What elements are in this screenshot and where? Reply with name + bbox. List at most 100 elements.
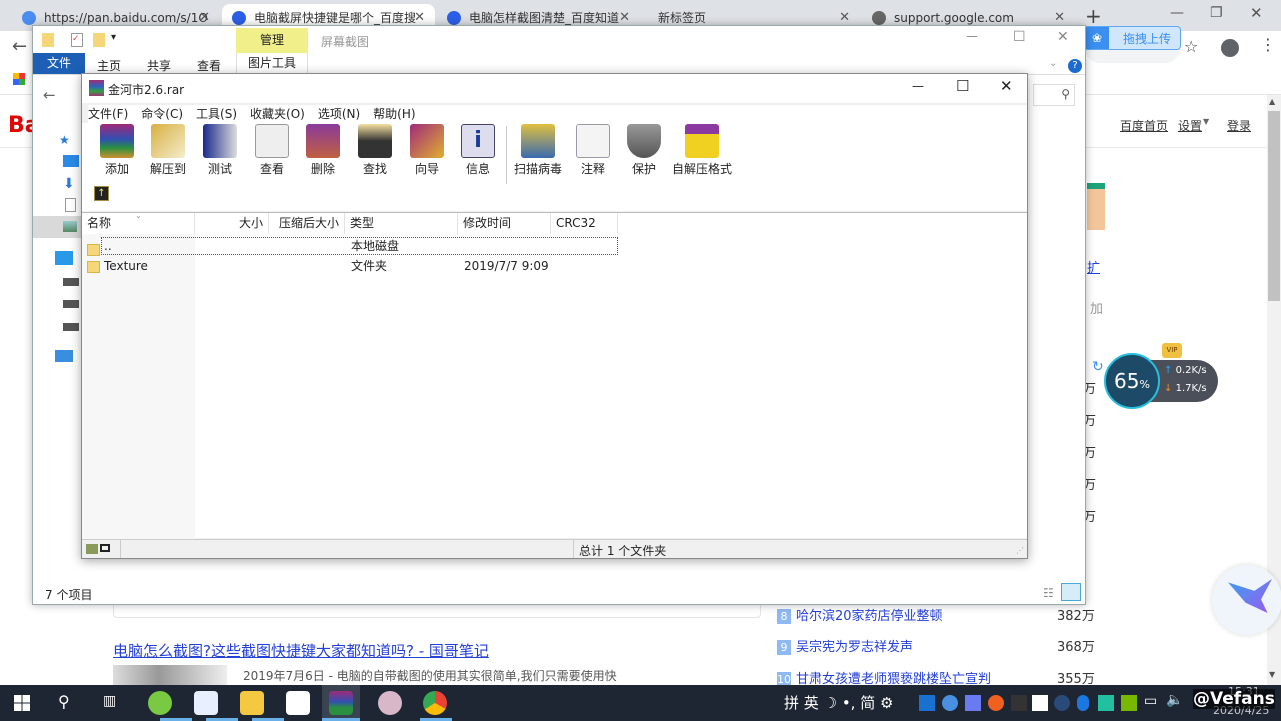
close-button[interactable]: ✕ [1000, 77, 1013, 95]
close-tab-icon[interactable]: ✕ [839, 10, 850, 25]
ime-pinyin-icon[interactable]: 拼 [784, 694, 799, 712]
search-icon[interactable]: ⚲ [58, 692, 70, 711]
memory-usage-gauge[interactable]: 65% [1104, 353, 1160, 409]
delete-button[interactable]: 删除 [297, 124, 349, 177]
up-folder-icon[interactable]: ↑ [94, 186, 109, 201]
ribbon-tab-share[interactable]: 共享 [147, 57, 171, 74]
close-tab-icon[interactable]: ✕ [619, 10, 630, 25]
close-button[interactable]: ✕ [1057, 29, 1069, 45]
key-icon[interactable] [100, 544, 110, 552]
column-header-modified[interactable]: 修改时间 [458, 213, 551, 234]
properties-icon[interactable]: ✓ [71, 33, 83, 47]
add-button[interactable]: 添加 [91, 124, 143, 177]
search-input[interactable]: ⚲ [1033, 84, 1075, 106]
restore-button[interactable]: ❐ [1210, 5, 1223, 21]
maximize-button[interactable]: ☐ [956, 77, 969, 95]
downloads-icon[interactable]: ⬇ [63, 176, 79, 192]
network-icon[interactable] [55, 350, 73, 362]
feishu-icon[interactable] [194, 691, 218, 715]
menu-favorites[interactable]: 收藏夹(O) [250, 107, 305, 121]
scan-virus-button[interactable]: 扫描病毒 [510, 124, 566, 177]
steam-icon[interactable] [1054, 695, 1070, 711]
large-icons-view-icon[interactable] [1061, 583, 1081, 601]
menu-commands[interactable]: 命令(C) [141, 107, 183, 121]
expand-ribbon-icon[interactable]: ⌄ [1049, 58, 1057, 69]
nvidia-icon[interactable] [1121, 695, 1137, 711]
windows-start-icon[interactable] [14, 695, 30, 711]
profile-icon[interactable] [1221, 39, 1239, 57]
hot-list-item[interactable]: 9 吴宗宪为罗志祥发声 368万 [777, 636, 1097, 655]
hot-list-item[interactable]: 8 哈尔滨20家药店停业整顿 382万 [777, 605, 1097, 624]
chrome-icon[interactable] [423, 691, 447, 715]
star-icon[interactable]: ☆ [1184, 37, 1198, 56]
ribbon-tab-home[interactable]: 主页 [97, 57, 121, 74]
drive-icon[interactable] [63, 300, 79, 308]
minimize-button[interactable]: — [1170, 5, 1184, 21]
refresh-icon[interactable]: ↻ [1092, 359, 1104, 375]
new-tab-button[interactable]: + [1085, 4, 1102, 28]
tray-app-icon[interactable] [919, 695, 935, 711]
quick-access-dropdown-icon[interactable]: ▾ [111, 32, 116, 43]
protect-button[interactable]: 保护 [618, 124, 670, 177]
drive-icon[interactable] [63, 323, 79, 331]
feishu-tray-icon[interactable] [965, 695, 981, 711]
documents-icon[interactable] [65, 198, 76, 212]
info-button[interactable]: i 信息 [452, 124, 504, 177]
close-tab-icon[interactable]: ✕ [1054, 10, 1065, 25]
find-button[interactable]: 查找 [349, 124, 401, 177]
menu-tools[interactable]: 工具(S) [196, 107, 237, 121]
settings-link[interactable]: 设置 [1178, 117, 1202, 134]
column-header-size[interactable]: 大小 [195, 213, 269, 234]
drive-icon[interactable] [86, 544, 98, 554]
minimize-button[interactable]: — [912, 79, 924, 93]
menu-options[interactable]: 选项(N) [318, 107, 360, 121]
ime-bar[interactable]: 拼 英 ☽ •, 简 ⚙ [784, 692, 893, 713]
ie-browser-icon[interactable] [148, 691, 172, 715]
video-app-icon[interactable] [1098, 695, 1114, 711]
this-pc-icon[interactable] [55, 251, 73, 265]
ime-punctuation-icon[interactable]: •, [842, 694, 856, 712]
minimize-button[interactable]: — [966, 29, 978, 43]
tray-app-icon[interactable] [942, 695, 958, 711]
extract-to-button[interactable]: 解压到 [142, 124, 194, 177]
ribbon-tab-file[interactable]: 文件 [33, 53, 85, 74]
battery-icon[interactable]: ▭ [1144, 693, 1157, 709]
column-header-crc32[interactable]: CRC32 [551, 213, 618, 234]
baidu-netdisk-icon[interactable] [286, 691, 310, 715]
ime-english[interactable]: 英 [804, 694, 819, 712]
baidu-home-link[interactable]: 百度首页 [1120, 117, 1168, 134]
close-tab-icon[interactable]: ✕ [199, 10, 210, 25]
volume-icon[interactable]: 🔈 [1166, 692, 1183, 708]
drive-icon[interactable] [63, 278, 79, 286]
desktop-icon[interactable] [63, 155, 79, 167]
floating-assistant[interactable] [1212, 565, 1281, 635]
menu-icon[interactable]: ⋮ [1260, 35, 1276, 54]
avatar-app-icon[interactable] [378, 691, 402, 715]
scroll-up-icon[interactable]: ▲ [1269, 97, 1275, 106]
comment-button[interactable]: 注释 [567, 124, 619, 177]
search-result-title[interactable]: 电脑怎么截图?这些截图快捷键大家都知道吗? - 国哥笔记 [113, 640, 489, 661]
baidu-netdisk-tray-icon[interactable] [1032, 695, 1048, 711]
column-header-type[interactable]: 类型 [345, 213, 458, 234]
scroll-down-icon[interactable]: ▼ [1269, 670, 1275, 679]
link-fragment[interactable]: 扩 [1087, 257, 1100, 276]
details-view-icon[interactable]: ☷ [1043, 586, 1054, 600]
new-folder-icon[interactable] [93, 33, 105, 47]
resize-grip[interactable]: ⋰ [1016, 546, 1024, 555]
menu-file[interactable]: 文件(F) [88, 107, 128, 121]
file-explorer-icon[interactable] [240, 691, 264, 715]
maximize-button[interactable]: ☐ [1013, 29, 1026, 45]
quick-access-star-icon[interactable]: ★ [59, 133, 75, 147]
ime-simplified[interactable]: 简 [860, 694, 875, 712]
upload-button[interactable]: ❀ 拖拽上传 [1084, 26, 1181, 50]
login-link[interactable]: 登录 [1227, 117, 1251, 134]
test-button[interactable]: 测试 [194, 124, 246, 177]
winrar-taskbar-active[interactable] [322, 685, 360, 721]
tray-app-icon[interactable] [988, 695, 1004, 711]
task-view-icon[interactable]: ▥ [103, 693, 116, 709]
menu-help[interactable]: 帮助(H) [373, 107, 415, 121]
apps-icon[interactable] [13, 73, 25, 85]
ribbon-tab-view[interactable]: 查看 [197, 57, 221, 74]
close-window-button[interactable]: ✕ [1250, 4, 1263, 22]
scrollbar-thumb[interactable] [1268, 111, 1280, 301]
